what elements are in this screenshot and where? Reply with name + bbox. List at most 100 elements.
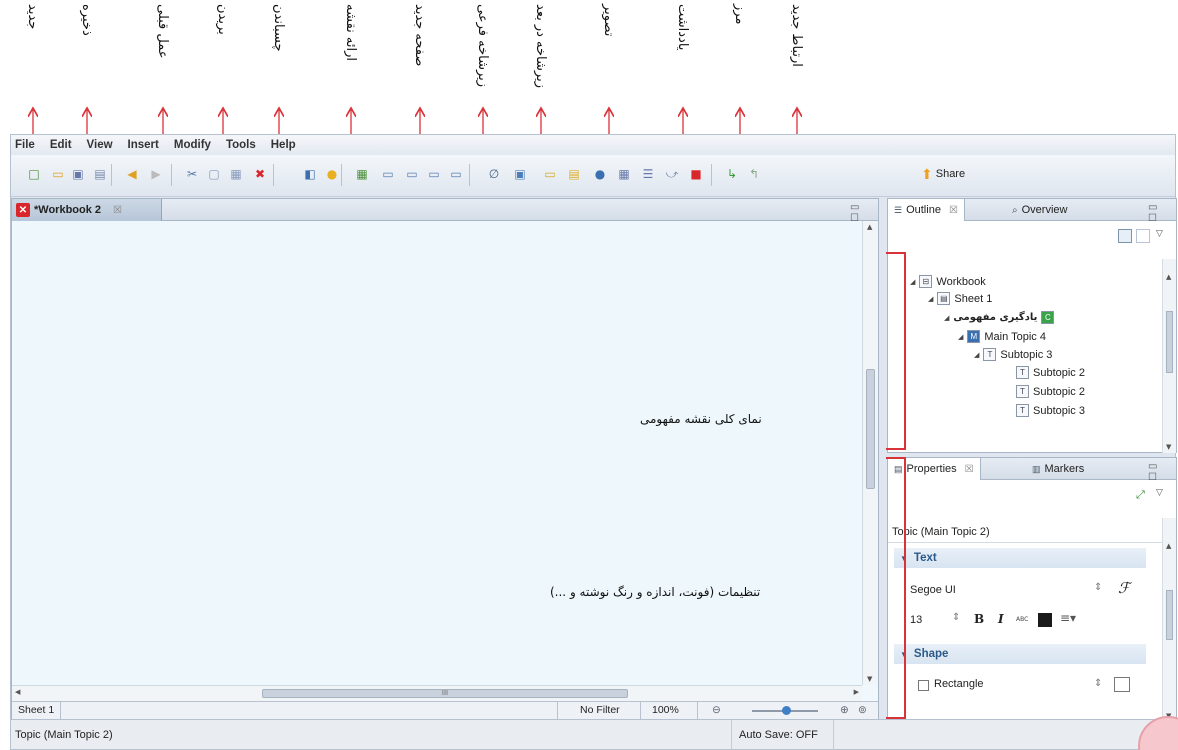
editor-status-bar: Sheet 1 No Filter 100% ⊖ ⊕ ⊚ [12, 701, 878, 720]
outline-alt-view-icon[interactable] [1136, 229, 1150, 243]
outline-tree-item[interactable]: ◢ ⊟ Workbook [910, 273, 986, 290]
menu-modify[interactable]: Modify [174, 139, 211, 151]
attachment-icon[interactable]: ∅ [485, 165, 503, 183]
redo-icon[interactable]: ▶ [147, 165, 165, 183]
text-section-header[interactable]: ▼ Text [894, 548, 1146, 568]
share-button[interactable]: ⬆ Share [921, 163, 965, 185]
font-stepper-icon[interactable]: ⇕ [1094, 582, 1102, 593]
auto-save-status[interactable]: Auto Save: OFF [739, 729, 818, 741]
audio-icon[interactable]: ■ [687, 165, 705, 183]
note-icon[interactable]: ▤ [565, 165, 583, 183]
outline-view-icon[interactable] [1118, 229, 1132, 243]
font-picker-icon[interactable]: ℱ [1118, 579, 1130, 597]
shape-field[interactable]: Rectangle [934, 678, 984, 690]
close-tab-icon[interactable]: ☒ [113, 205, 122, 216]
print-icon[interactable]: ▤ [91, 165, 109, 183]
strikethrough-icon[interactable]: ABC [1016, 616, 1028, 623]
properties-panel: ▤ Properties ☒ ▥ Markers ▭ ☐ ⤢ ▽ Topic (… [887, 457, 1177, 722]
scroll-right-icon[interactable]: ▶ [854, 688, 859, 696]
zoom-out-icon[interactable]: ⊖ [712, 704, 721, 716]
subtopic-icon[interactable]: ▭ [403, 165, 421, 183]
relationship-icon[interactable]: ⤻ [663, 165, 681, 183]
save-icon[interactable]: ▣ [69, 165, 87, 183]
new-icon[interactable]: □ [25, 165, 43, 183]
annotation-top-label: تصویر [601, 4, 616, 37]
drill-up-icon[interactable]: ↰ [745, 165, 763, 183]
outline-minmax-icon[interactable]: ▭ ☐ [1148, 202, 1176, 224]
fit-icon[interactable]: ⊚ [858, 704, 867, 716]
summary-icon[interactable]: ☰ [639, 165, 657, 183]
close-properties-icon[interactable]: ☒ [965, 464, 974, 475]
topic-before-icon[interactable]: ▭ [425, 165, 443, 183]
shape-color-icon[interactable] [1114, 677, 1130, 692]
close-outline-icon[interactable]: ☒ [949, 205, 958, 216]
undo-icon[interactable]: ◀ [123, 165, 141, 183]
expand-icon[interactable]: ◢ [974, 351, 979, 359]
outline-tree-item[interactable]: ◢ یادگیری مفهومی C [944, 309, 1055, 326]
outline-tree-item[interactable]: T Subtopic 3 [1016, 402, 1085, 419]
menu-tools[interactable]: Tools [226, 139, 256, 151]
horizontal-scrollbar[interactable]: ◀ III ▶ [12, 685, 862, 701]
horizontal-scroll-thumb[interactable]: III [262, 689, 628, 698]
delete-icon[interactable]: ✖ [251, 165, 269, 183]
properties-minmax-icon[interactable]: ▭ ☐ [1148, 461, 1176, 483]
menu-view[interactable]: View [87, 139, 113, 151]
size-stepper-icon[interactable]: ⇕ [952, 612, 960, 623]
zoom-in-icon[interactable]: ⊕ [840, 704, 849, 716]
drill-down-icon[interactable]: ↳ [723, 165, 741, 183]
properties-scrollbar[interactable]: ▲ ▼ [1162, 518, 1176, 722]
font-family-field[interactable]: Segoe UI [910, 584, 956, 596]
sheet-tab[interactable]: Sheet 1 [18, 704, 54, 716]
text-color-icon[interactable] [1038, 613, 1052, 627]
zoom-slider-knob[interactable] [782, 706, 791, 715]
expand-icon[interactable]: ◢ [958, 333, 963, 341]
bold-icon[interactable]: B [974, 612, 984, 626]
outline-tree-item[interactable]: ◢ T Subtopic 3 [974, 346, 1052, 363]
scroll-up-icon[interactable]: ▲ [867, 223, 872, 231]
filter-status[interactable]: No Filter [580, 704, 620, 716]
outline-tree-item[interactable]: T Subtopic 2 [1016, 383, 1085, 400]
outline-menu-icon[interactable]: ▽ [1156, 229, 1163, 239]
topic-after-icon[interactable]: ▭ [447, 165, 465, 183]
outline-tree-item[interactable]: ◢ ▤ Sheet 1 [928, 290, 992, 307]
annotation-top-label: یادداشت [675, 4, 690, 51]
label-icon[interactable]: ▭ [541, 165, 559, 183]
scroll-left-icon[interactable]: ◀ [15, 688, 20, 696]
shape-section-header[interactable]: ▼ Shape [894, 644, 1146, 664]
web-icon[interactable]: ● [591, 165, 609, 183]
brainstorm-icon[interactable]: ● [323, 165, 341, 183]
outline-scrollbar[interactable]: ▲ ▼ [1162, 259, 1176, 453]
tab-outline[interactable]: ☰ Outline ☒ [888, 199, 965, 221]
menu-file[interactable]: File [15, 139, 35, 151]
menu-edit[interactable]: Edit [50, 139, 72, 151]
expand-icon[interactable]: ◢ [910, 278, 915, 286]
expand-icon[interactable]: ◢ [928, 295, 933, 303]
align-icon[interactable]: ≡▾ [1060, 611, 1076, 625]
image-icon[interactable]: ▣ [511, 165, 529, 183]
tab-markers[interactable]: ▥ Markers [1026, 458, 1090, 480]
vertical-scroll-thumb[interactable] [866, 369, 875, 489]
italic-icon[interactable]: I [998, 612, 1004, 626]
outline-tree-item[interactable]: ◢ M Main Topic 4 [958, 328, 1046, 345]
main-topic-icon[interactable]: ▭ [379, 165, 397, 183]
scroll-down-icon[interactable]: ▼ [867, 675, 872, 683]
paste-icon[interactable]: ▦ [227, 165, 245, 183]
menu-insert[interactable]: Insert [128, 139, 159, 151]
properties-menu-icon[interactable]: ▽ [1156, 488, 1163, 498]
cut-icon[interactable]: ✂ [183, 165, 201, 183]
vertical-scrollbar[interactable]: ▲ ▼ [862, 221, 878, 685]
copy-icon[interactable]: ▢ [205, 165, 223, 183]
mind-map-canvas[interactable] [12, 221, 862, 685]
font-size-field[interactable]: 13 [910, 614, 922, 626]
open-icon[interactable]: ▭ [49, 165, 67, 183]
presentation-icon[interactable]: ◧ [301, 165, 319, 183]
pin-icon[interactable]: ⤢ [1136, 488, 1145, 502]
tab-workbook[interactable]: ✕ *Workbook 2 ☒ [12, 199, 162, 221]
outline-tree-item[interactable]: T Subtopic 2 [1016, 364, 1085, 381]
expand-icon[interactable]: ◢ [944, 314, 949, 322]
shape-stepper-icon[interactable]: ⇕ [1094, 678, 1102, 689]
boundary-icon[interactable]: ▦ [615, 165, 633, 183]
tab-overview[interactable]: ⌕ Overview [1006, 199, 1073, 221]
menu-help[interactable]: Help [271, 139, 296, 151]
new-sheet-icon[interactable]: ▦ [353, 165, 371, 183]
